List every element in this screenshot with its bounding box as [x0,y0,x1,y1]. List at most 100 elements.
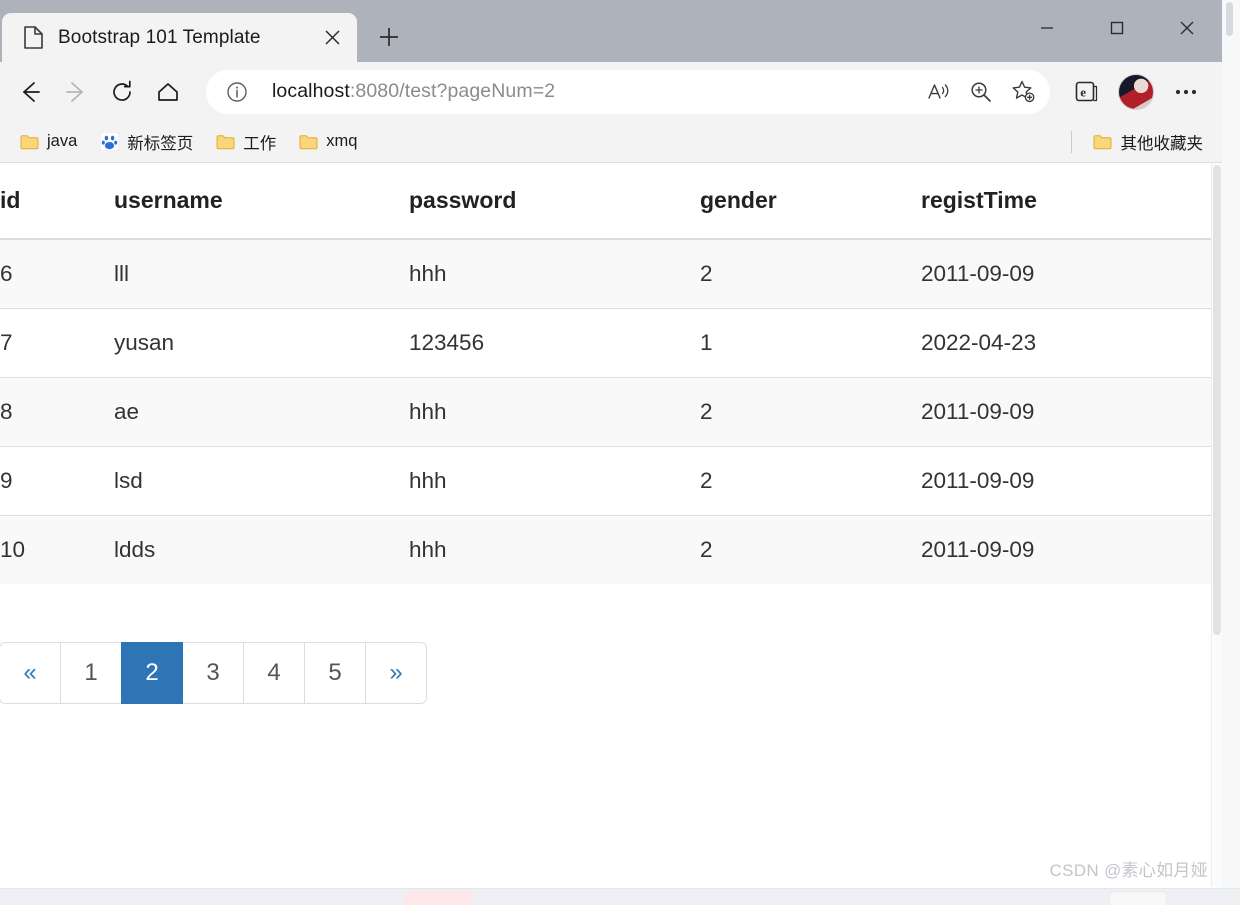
taskbar-item[interactable] [1109,891,1167,905]
column-header-password: password [409,163,700,240]
column-header-registtime: registTime [921,163,1212,240]
cell-registtime: 2022-04-23 [921,307,1212,377]
page-scrollbar-thumb[interactable] [1213,165,1221,635]
forward-icon [54,70,98,114]
bookmark-label: java [47,132,78,150]
cell-gender: 2 [700,514,921,584]
pagination-prev[interactable]: « [0,642,61,704]
table-row: 10 ldds hhh 2 2011-09-09 [0,514,1212,584]
pagination-next[interactable]: » [365,642,427,704]
read-aloud-icon[interactable] [920,73,958,111]
cell-id: 7 [0,307,114,377]
url-host: localhost [272,80,350,102]
new-tab-button[interactable] [367,15,411,59]
pagination-page-1[interactable]: 1 [60,642,122,704]
address-bar[interactable]: localhost:8080/test?pageNum=2 [206,69,1050,114]
page-icon [22,25,44,51]
cell-gender: 2 [700,376,921,446]
site-information-icon[interactable] [220,75,254,109]
cell-password: hhh [409,514,700,584]
table-row: 8 ae hhh 2 2011-09-09 [0,376,1212,446]
cell-password: hhh [409,238,700,308]
tab-strip: Bootstrap 101 Template [0,0,1222,62]
maximize-icon[interactable] [1082,0,1152,55]
cell-id: 8 [0,376,114,446]
folder-icon [19,132,39,152]
table-head: id username password gender registTime [0,163,1212,240]
profile-avatar[interactable] [1118,73,1154,110]
cell-gender: 1 [700,307,921,377]
bookmark-item-java[interactable]: java [10,127,86,157]
home-icon[interactable] [146,70,190,114]
cell-username: yusan [114,307,409,377]
add-favorite-icon[interactable] [1004,73,1042,111]
browser-toolbar: localhost:8080/test?pageNum=2 e [0,62,1222,121]
minimize-icon[interactable] [1012,0,1082,55]
os-right-sliver [1222,0,1240,905]
bookmarks-separator [1070,130,1072,153]
pagination-wrapper: « 1 2 3 4 5 » [0,584,1222,704]
os-scrollbar-thumb[interactable] [1226,2,1233,36]
bookmark-label: 工作 [243,134,277,153]
url-path: :8080/test?pageNum=2 [349,80,556,102]
cell-username: ae [114,376,409,446]
cell-id: 9 [0,445,114,515]
svg-text:e: e [1080,84,1086,99]
page-scrollbar[interactable] [1211,163,1222,887]
cell-username: ldds [114,514,409,584]
folder-icon [298,132,318,152]
pagination: « 1 2 3 4 5 » [0,642,427,704]
taskbar-item[interactable] [404,891,472,905]
table-header-row: id username password gender registTime [0,163,1212,240]
bookmark-item-xmq[interactable]: xmq [289,127,366,157]
csdn-watermark: CSDN @素心如月娅 [1049,861,1208,880]
zoom-icon[interactable] [962,73,1000,111]
cell-password: hhh [409,445,700,515]
back-icon[interactable] [8,70,52,114]
desktop: Bootstrap 101 Template localhost:8080/te… [0,0,1240,905]
cell-registtime: 2011-09-09 [921,445,1212,515]
column-header-gender: gender [700,163,921,240]
bookmarks-bar: java 新标签页 工作 xmq 其他收藏夹 [0,121,1222,163]
other-favorites-button[interactable]: 其他收藏夹 [1084,125,1213,159]
cell-password: 123456 [409,307,700,377]
pagination-page-3[interactable]: 3 [182,642,244,704]
folder-icon [1093,132,1113,152]
pagination-page-5[interactable]: 5 [304,642,366,704]
url-text[interactable]: localhost:8080/test?pageNum=2 [258,80,916,103]
browser-tab[interactable]: Bootstrap 101 Template [2,13,357,62]
cell-password: hhh [409,376,700,446]
taskbar [0,888,1240,905]
cell-id: 6 [0,238,114,308]
bookmark-label: xmq [326,132,358,150]
column-header-username: username [114,163,409,240]
cell-registtime: 2011-09-09 [921,514,1212,584]
cell-gender: 2 [700,238,921,308]
close-icon[interactable] [317,23,347,53]
bookmark-label: 新标签页 [127,134,194,153]
cell-registtime: 2011-09-09 [921,238,1212,308]
reload-icon[interactable] [100,70,144,114]
close-window-icon[interactable] [1152,0,1222,55]
collections-icon[interactable]: e [1064,70,1108,114]
pagination-page-2[interactable]: 2 [121,642,183,704]
cell-gender: 2 [700,445,921,515]
cell-username: lll [114,238,409,308]
table-row: 6 lll hhh 2 2011-09-09 [0,238,1212,308]
cell-username: lsd [114,445,409,515]
cell-id: 10 [0,514,114,584]
pagination-page-4[interactable]: 4 [243,642,305,704]
bookmark-item-gongzuo[interactable]: 工作 [206,125,285,159]
browser-window: Bootstrap 101 Template localhost:8080/te… [0,0,1222,888]
settings-more-icon[interactable] [1164,70,1208,114]
bookmark-item-xinbiaoqianye[interactable]: 新标签页 [90,125,202,159]
tab-title: Bootstrap 101 Template [58,26,261,48]
folder-icon [215,132,235,152]
table-row: 9 lsd hhh 2 2011-09-09 [0,445,1212,515]
toolbar-right: e [1064,70,1208,114]
column-header-id: id [0,163,114,240]
table-body: 6 lll hhh 2 2011-09-09 7 yusan 123456 1 … [0,238,1212,584]
users-table: id username password gender registTime 6… [0,163,1212,584]
table-row: 7 yusan 123456 1 2022-04-23 [0,307,1212,377]
page-viewport: id username password gender registTime 6… [0,163,1222,887]
